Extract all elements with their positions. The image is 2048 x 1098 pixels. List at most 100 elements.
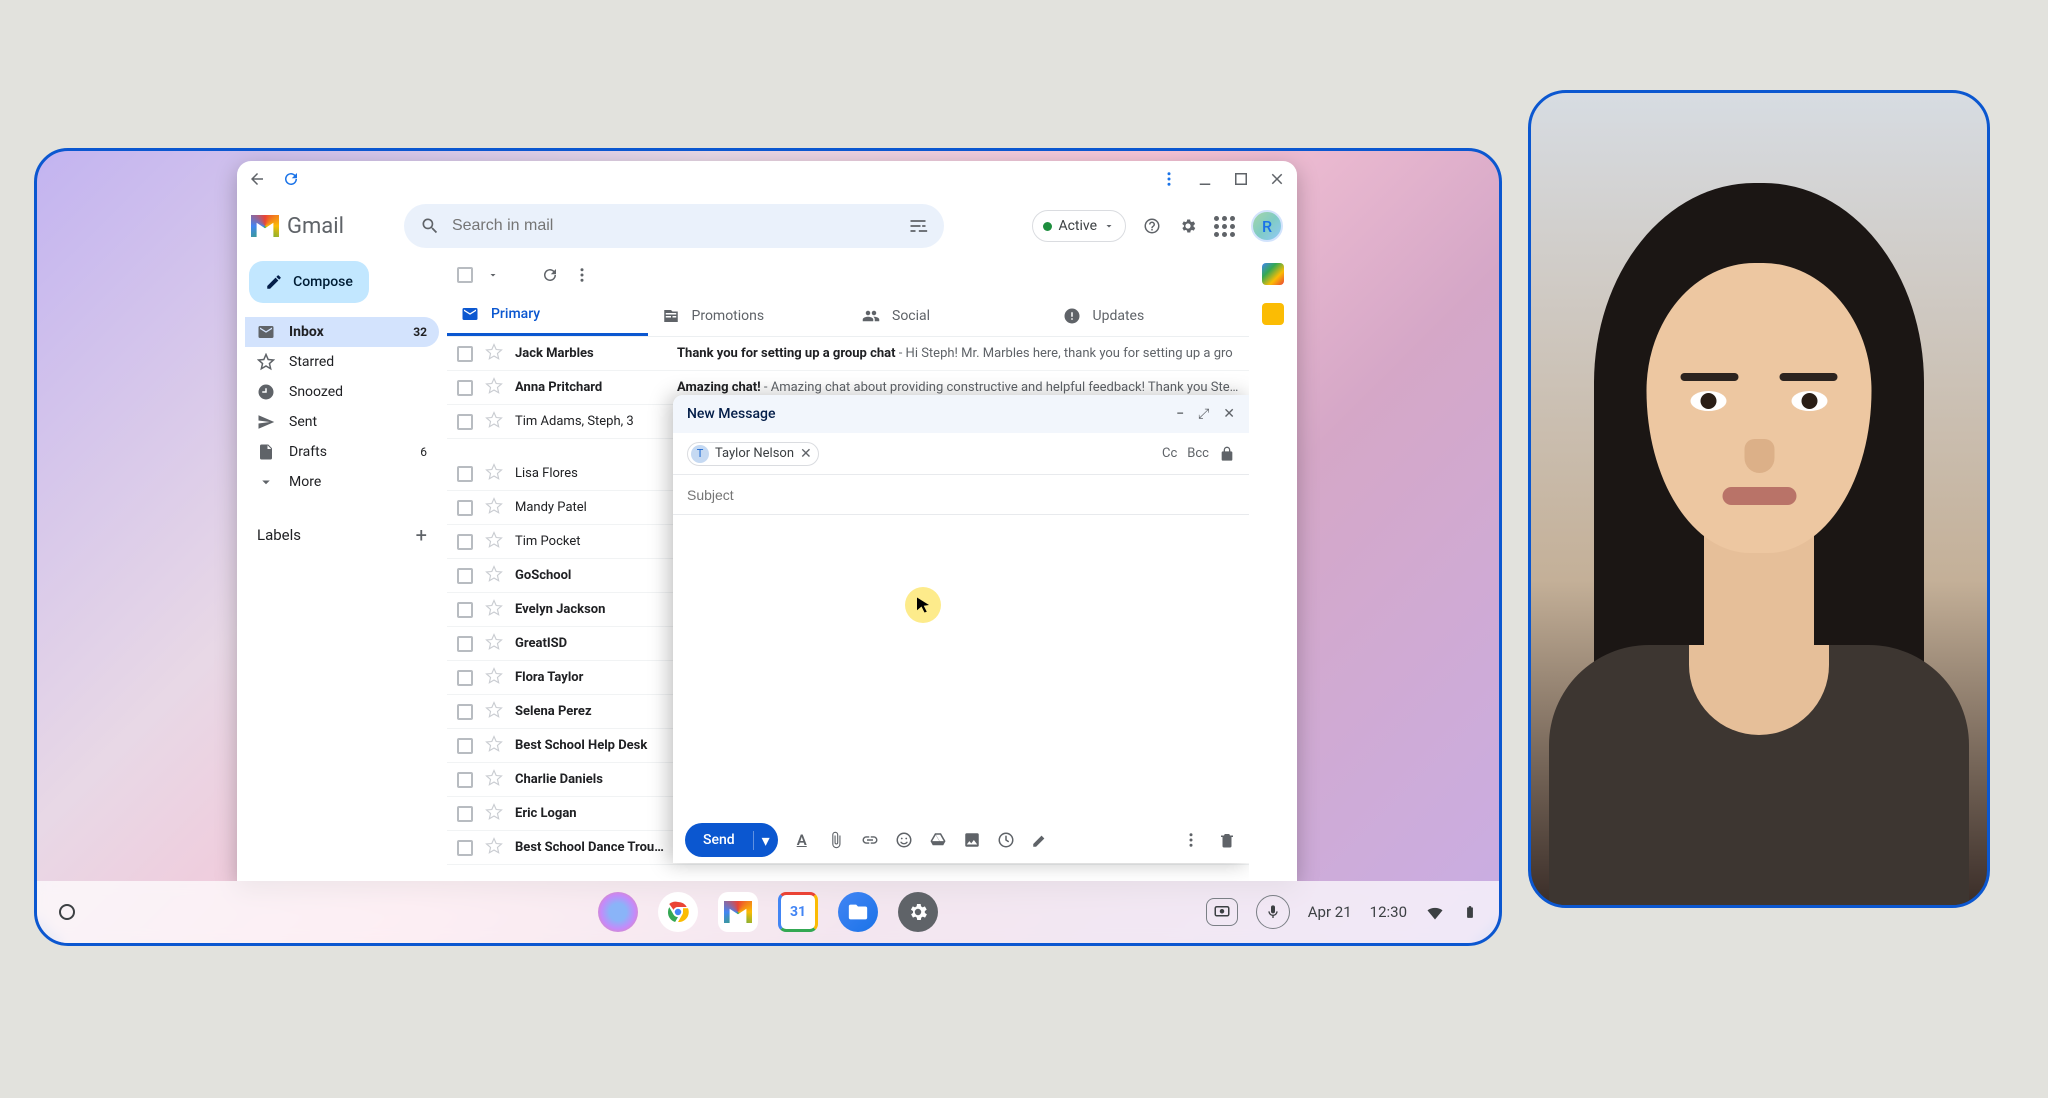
star-icon[interactable] — [485, 803, 503, 825]
mail-row[interactable]: Jack MarblesThank you for setting up a g… — [447, 337, 1249, 371]
sidebar-item-more[interactable]: More — [245, 467, 439, 497]
row-checkbox[interactable] — [457, 840, 473, 856]
send-button[interactable]: Send ▾ — [685, 823, 778, 857]
settings-app-icon[interactable] — [898, 892, 938, 932]
row-checkbox[interactable] — [457, 738, 473, 754]
row-checkbox[interactable] — [457, 346, 473, 362]
settings-gear-icon[interactable] — [1178, 216, 1198, 236]
emoji-icon[interactable] — [894, 830, 914, 850]
recipients-field[interactable]: T Taylor Nelson ✕ Cc Bcc — [673, 433, 1249, 475]
row-checkbox[interactable] — [457, 772, 473, 788]
chrome-app-icon[interactable] — [658, 892, 698, 932]
row-checkbox[interactable] — [457, 602, 473, 618]
more-options-icon[interactable] — [1181, 830, 1201, 850]
row-checkbox[interactable] — [457, 500, 473, 516]
remove-chip-icon[interactable]: ✕ — [800, 446, 812, 462]
close-compose-icon[interactable]: ✕ — [1223, 406, 1235, 422]
shelf-time[interactable]: 12:30 — [1370, 903, 1407, 921]
sidebar-item-starred[interactable]: Starred — [245, 347, 439, 377]
star-icon[interactable] — [485, 599, 503, 621]
sidebar-item-sent[interactable]: Sent — [245, 407, 439, 437]
more-vert-icon[interactable] — [1159, 169, 1179, 189]
tab-primary[interactable]: Primary — [447, 295, 648, 336]
star-icon[interactable] — [485, 633, 503, 655]
files-app-icon[interactable] — [838, 892, 878, 932]
launcher-icon[interactable] — [59, 904, 75, 920]
more-vert-icon[interactable] — [573, 266, 591, 284]
lock-icon[interactable] — [1219, 446, 1235, 462]
account-avatar[interactable]: R — [1251, 210, 1283, 242]
assistant-app-icon[interactable] — [598, 892, 638, 932]
row-checkbox[interactable] — [457, 534, 473, 550]
reload-icon[interactable] — [281, 169, 301, 189]
row-checkbox[interactable] — [457, 636, 473, 652]
compose-body[interactable] — [673, 515, 1249, 817]
cc-toggle[interactable]: Cc — [1162, 446, 1177, 461]
select-all-checkbox[interactable] — [457, 267, 473, 283]
star-icon[interactable] — [485, 735, 503, 757]
compose-button[interactable]: Compose — [249, 261, 369, 303]
status-chip[interactable]: Active — [1032, 210, 1126, 242]
drive-icon[interactable] — [928, 830, 948, 850]
tab-updates[interactable]: Updates — [1049, 295, 1250, 336]
recipient-chip[interactable]: T Taylor Nelson ✕ — [687, 442, 819, 466]
discard-icon[interactable] — [1217, 830, 1237, 850]
star-icon[interactable] — [485, 497, 503, 519]
star-icon[interactable] — [485, 701, 503, 723]
gmail-app-icon[interactable] — [718, 892, 758, 932]
image-icon[interactable] — [962, 830, 982, 850]
row-checkbox[interactable] — [457, 670, 473, 686]
minimize-compose-icon[interactable]: − — [1176, 406, 1184, 422]
row-checkbox[interactable] — [457, 380, 473, 396]
row-checkbox[interactable] — [457, 414, 473, 430]
maximize-icon[interactable] — [1231, 169, 1251, 189]
star-icon[interactable] — [485, 531, 503, 553]
subject-row[interactable] — [673, 475, 1249, 515]
star-icon[interactable] — [485, 769, 503, 791]
battery-icon[interactable] — [1463, 902, 1477, 922]
row-checkbox[interactable] — [457, 806, 473, 822]
sidebar-item-snoozed[interactable]: Snoozed — [245, 377, 439, 407]
tab-promotions[interactable]: Promotions — [648, 295, 849, 336]
add-label-icon[interactable]: + — [416, 523, 427, 547]
close-window-icon[interactable] — [1267, 169, 1287, 189]
back-icon[interactable] — [247, 169, 267, 189]
minimize-icon[interactable] — [1195, 169, 1215, 189]
tab-social[interactable]: Social — [848, 295, 1049, 336]
confidential-icon[interactable] — [996, 830, 1016, 850]
keep-app-icon[interactable] — [1262, 303, 1284, 325]
calendar-app-icon[interactable] — [1262, 263, 1284, 285]
dictation-icon[interactable] — [1256, 895, 1290, 929]
search-bar[interactable] — [404, 204, 944, 248]
search-input[interactable] — [452, 217, 896, 235]
bcc-toggle[interactable]: Bcc — [1187, 446, 1209, 461]
shelf-date[interactable]: Apr 21 — [1308, 903, 1352, 921]
chevron-down-icon[interactable] — [487, 269, 499, 281]
star-icon[interactable] — [485, 565, 503, 587]
calendar-shelf-icon[interactable]: 31 — [778, 892, 818, 932]
format-icon[interactable]: A — [792, 830, 812, 850]
row-checkbox[interactable] — [457, 568, 473, 584]
row-checkbox[interactable] — [457, 466, 473, 482]
tune-icon[interactable] — [908, 216, 928, 236]
signature-icon[interactable] — [1030, 830, 1050, 850]
send-options-icon[interactable]: ▾ — [753, 831, 778, 850]
star-icon[interactable] — [485, 377, 503, 399]
wifi-icon[interactable] — [1425, 902, 1445, 922]
sidebar-item-inbox[interactable]: Inbox32 — [245, 317, 439, 347]
popout-compose-icon[interactable]: ⤢ — [1198, 406, 1209, 422]
google-apps-icon[interactable] — [1214, 216, 1235, 237]
star-icon[interactable] — [485, 343, 503, 365]
help-icon[interactable] — [1142, 216, 1162, 236]
link-icon[interactable] — [860, 830, 880, 850]
star-icon[interactable] — [485, 463, 503, 485]
compose-header[interactable]: New Message − ⤢ ✕ — [673, 395, 1249, 433]
refresh-icon[interactable] — [541, 266, 559, 284]
star-icon[interactable] — [485, 411, 503, 433]
screencast-icon[interactable] — [1206, 898, 1238, 926]
star-icon[interactable] — [485, 837, 503, 859]
star-icon[interactable] — [485, 667, 503, 689]
row-checkbox[interactable] — [457, 704, 473, 720]
sidebar-item-drafts[interactable]: Drafts6 — [245, 437, 439, 467]
attach-icon[interactable] — [826, 830, 846, 850]
